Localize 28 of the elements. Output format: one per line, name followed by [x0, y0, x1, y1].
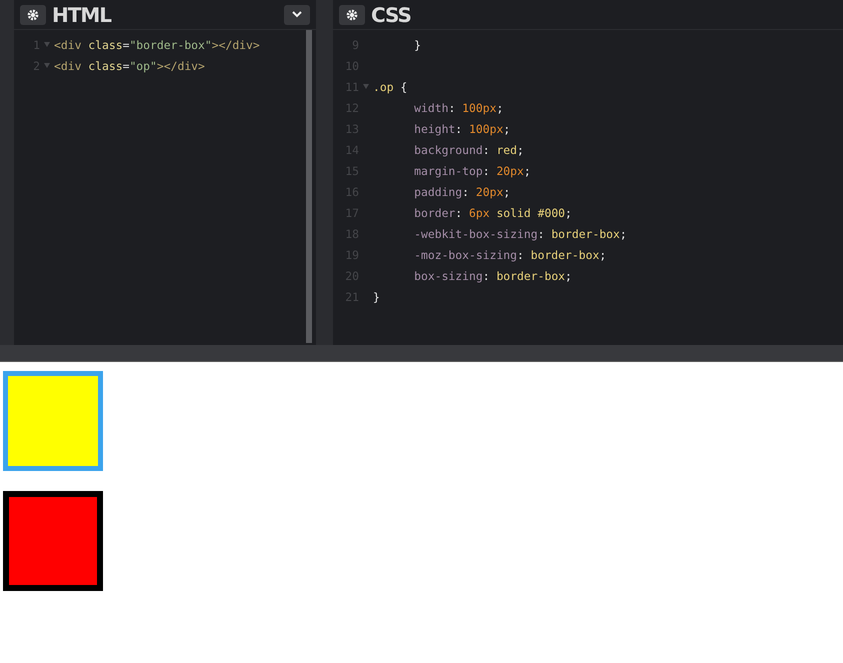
- code-line: -moz-box-sizing: border-box;: [413, 248, 606, 262]
- code-line: background: red;: [413, 142, 524, 156]
- code-line: <div class="border-box"></div>: [54, 38, 260, 52]
- fold-triangle-icon[interactable]: [44, 63, 50, 68]
- code-line: padding: 20px;: [413, 184, 510, 198]
- settings-icon: [27, 8, 39, 20]
- dropdown-button[interactable]: [284, 4, 310, 24]
- code-line: border: 6px solid #000;: [413, 206, 572, 220]
- scrollbar[interactable]: [306, 30, 312, 343]
- panel-title: HTML: [52, 2, 112, 26]
- settings-button[interactable]: [339, 4, 365, 24]
- panel-splitter[interactable]: [316, 0, 333, 345]
- code-line: width: 100px;: [413, 100, 504, 114]
- fold-triangle-icon[interactable]: [44, 42, 50, 47]
- settings-button[interactable]: [20, 4, 46, 24]
- code-line: -webkit-box-sizing: border-box;: [413, 226, 627, 240]
- panel-title: CSS: [371, 2, 412, 26]
- code-line: .op {: [373, 80, 408, 94]
- chevron-down-icon: [292, 11, 302, 18]
- code-line: margin-top: 20px;: [413, 164, 531, 178]
- resize-bar[interactable]: [0, 345, 843, 362]
- code-line: <div class="op"></div>: [54, 58, 205, 72]
- code-line: }: [373, 290, 380, 304]
- fold-triangle-icon[interactable]: [363, 84, 369, 89]
- code-line: box-sizing: border-box;: [413, 268, 572, 282]
- settings-icon: [346, 8, 358, 20]
- code-line: height: 100px;: [413, 122, 510, 136]
- code-line: }: [413, 38, 422, 52]
